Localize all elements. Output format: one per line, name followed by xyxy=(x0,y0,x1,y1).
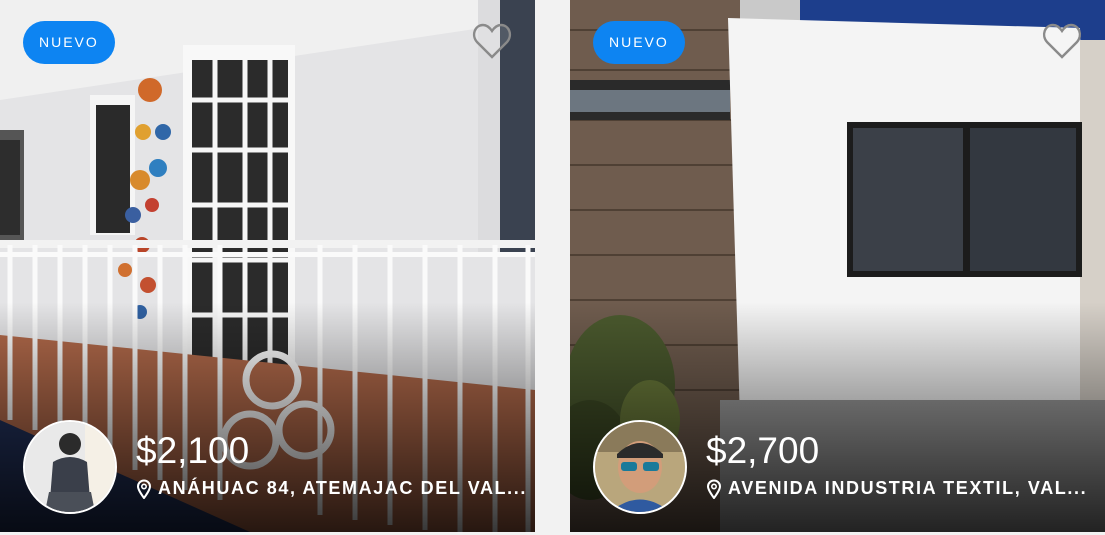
listing-card[interactable]: NUEVO $2,700 AVENIDA INDUSTRIA TEXTIL, V… xyxy=(570,0,1105,532)
agent-avatar[interactable] xyxy=(23,420,117,514)
listing-address[interactable]: AVENIDA INDUSTRIA TEXTIL, VAL... xyxy=(706,478,1087,499)
address-text: AVENIDA INDUSTRIA TEXTIL, VAL... xyxy=(728,478,1088,498)
listing-price: $2,700 xyxy=(706,430,820,471)
new-badge: NUEVO xyxy=(23,21,115,64)
heart-outline-icon[interactable] xyxy=(472,22,512,60)
map-pin-icon xyxy=(136,479,152,499)
map-pin-icon xyxy=(706,479,722,499)
listing-price: $2,100 xyxy=(136,430,250,471)
heart-outline-icon[interactable] xyxy=(1042,22,1082,60)
listing-address[interactable]: ANÁHUAC 84, ATEMAJAC DEL VAL... xyxy=(136,478,525,499)
new-badge: NUEVO xyxy=(593,21,685,64)
address-text: ANÁHUAC 84, ATEMAJAC DEL VAL... xyxy=(158,478,527,498)
listing-card[interactable]: NUEVO $2,100 ANÁHUAC 84, ATEMAJAC DEL VA… xyxy=(0,0,535,532)
agent-avatar[interactable] xyxy=(593,420,687,514)
